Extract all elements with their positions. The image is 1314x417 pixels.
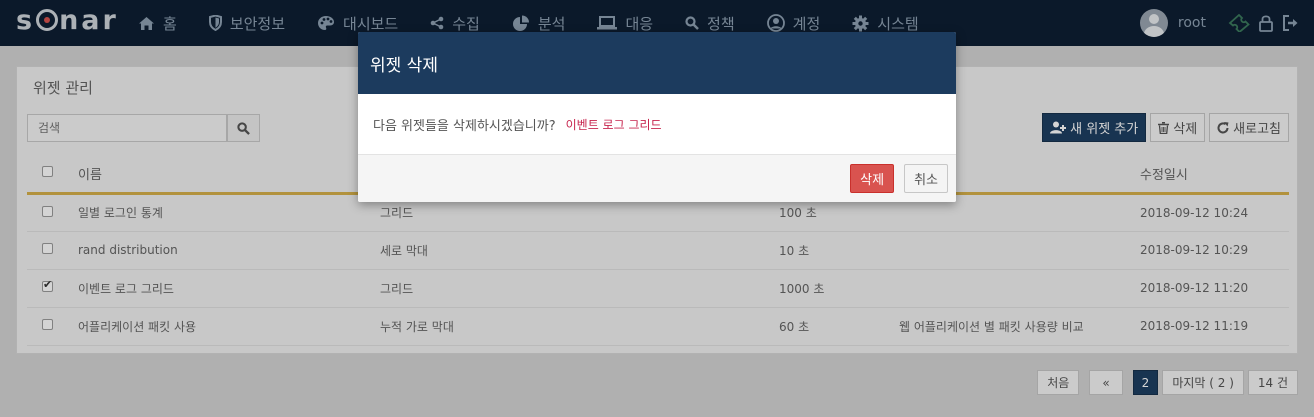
dialog-footer: 삭제 취소: [358, 155, 956, 202]
dialog-title: 위젯 삭제: [358, 32, 956, 94]
cancel-button[interactable]: 취소: [904, 164, 948, 193]
confirm-delete-button[interactable]: 삭제: [850, 164, 895, 193]
dialog-message: 다음 위젯들을 삭제하시겠습니까?: [373, 118, 556, 134]
delete-widget-dialog: 위젯 삭제 다음 위젯들을 삭제하시겠습니까? 이벤트 로그 그리드 삭제 취소: [358, 32, 956, 202]
dialog-body: 다음 위젯들을 삭제하시겠습니까? 이벤트 로그 그리드: [358, 94, 956, 155]
dialog-target-name: 이벤트 로그 그리드: [565, 117, 662, 132]
